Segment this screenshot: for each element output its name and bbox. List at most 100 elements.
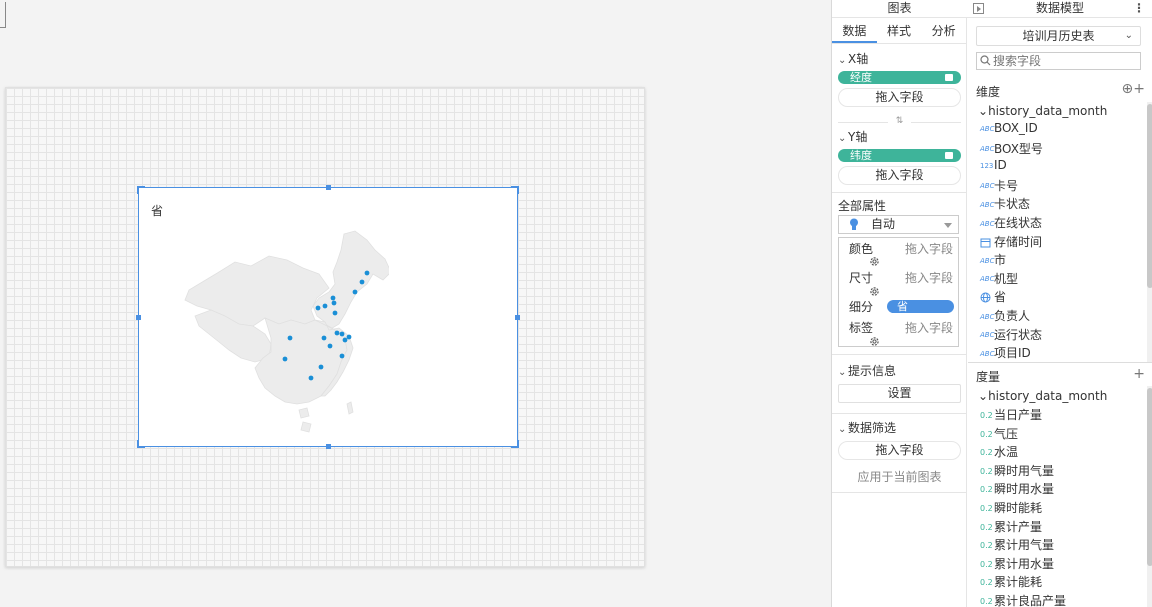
field-search-input[interactable] <box>976 52 1141 70</box>
text-type-icon: ABC <box>980 219 995 228</box>
field-item[interactable]: 0.2水温 <box>980 443 1018 461</box>
tooltip-section-title[interactable]: ⌄ 提示信息 <box>838 362 896 379</box>
text-type-icon: ABC <box>980 349 995 358</box>
size-drop-zone[interactable]: 拖入字段 <box>905 269 953 286</box>
field-item[interactable]: ABC在线状态 <box>980 214 1042 232</box>
chart-mode-select[interactable]: 自动 <box>838 215 959 234</box>
measure-scrollbar-thumb[interactable] <box>1147 388 1152 566</box>
map-point <box>308 375 314 381</box>
globe-icon[interactable]: ⊕ <box>1122 81 1134 97</box>
detail-field-pill[interactable]: 省 <box>887 300 954 313</box>
field-item[interactable]: ABC市 <box>980 251 1006 269</box>
tab-data[interactable]: 数据 <box>832 18 877 43</box>
filter-drop-zone[interactable]: 拖入字段 <box>838 441 961 460</box>
field-item[interactable]: ABC运行状态 <box>980 326 1042 344</box>
field-item[interactable]: 0.2累计产量 <box>980 518 1042 536</box>
gear-icon[interactable] <box>869 286 880 297</box>
resize-corner-tr[interactable] <box>511 186 519 194</box>
gear-icon[interactable] <box>869 336 880 347</box>
apply-to-current-chart[interactable]: 应用于当前图表 <box>832 468 967 485</box>
field-label: 瞬时能耗 <box>994 501 1043 515</box>
filter-section-title[interactable]: ⌄ 数据筛选 <box>838 419 896 436</box>
field-menu-icon[interactable] <box>945 74 953 81</box>
table-select[interactable]: 培训月历史表 ⌄ <box>976 26 1141 46</box>
measure-number-icon: 0.2 <box>980 448 993 458</box>
resize-handle-bottom[interactable] <box>326 444 331 449</box>
field-label: ID <box>994 158 1007 173</box>
measure-number-icon: 0.2 <box>980 429 993 439</box>
map-chart-widget[interactable]: 省 <box>136 185 520 449</box>
gear-icon[interactable] <box>869 256 880 267</box>
x-axis-field-pill[interactable]: 经度 <box>838 71 961 84</box>
section-divider <box>832 413 967 414</box>
field-label: 在线状态 <box>994 216 1043 230</box>
resize-corner-br[interactable] <box>511 440 519 448</box>
field-item[interactable]: 0.2瞬时能耗 <box>980 499 1042 517</box>
y-axis-section-title[interactable]: ⌄ Y轴 <box>838 128 867 145</box>
field-item[interactable]: ABC项目ID <box>980 344 1031 362</box>
section-divider <box>832 354 967 355</box>
resize-handle-right[interactable] <box>515 315 520 320</box>
field-item[interactable]: ABC卡状态 <box>980 195 1030 213</box>
chart-panel-title: 图表 <box>887 1 912 15</box>
measure-number-icon: 0.2 <box>980 485 993 495</box>
field-item[interactable]: ABCBOX_ID <box>980 121 1038 139</box>
field-menu-icon[interactable] <box>945 152 953 159</box>
tooltip-settings-button[interactable]: 设置 <box>838 384 961 403</box>
swap-axes-icon[interactable]: ⇅ <box>832 116 967 126</box>
tab-style[interactable]: 样式 <box>877 18 922 43</box>
chevron-down-icon: ⌄ <box>838 367 847 378</box>
map-point <box>364 270 370 276</box>
dimension-group-row[interactable]: ⌄history_data_month <box>978 104 1107 118</box>
measure-number-icon: 0.2 <box>980 559 993 569</box>
measure-number-icon: 0.2 <box>980 411 993 420</box>
field-label: 存储时间 <box>994 234 1043 249</box>
field-label: 市 <box>994 253 1007 268</box>
field-item[interactable]: 0.2瞬时用气量 <box>980 462 1054 480</box>
measure-group-row[interactable]: ⌄history_data_month <box>978 389 1107 403</box>
y-axis-field-pill[interactable]: 纬度 <box>838 149 961 162</box>
tab-analysis[interactable]: 分析 <box>921 18 966 43</box>
resize-handle-top[interactable] <box>326 185 331 190</box>
field-label: 卡号 <box>994 178 1019 193</box>
field-item[interactable]: ABC负责人 <box>980 307 1030 325</box>
measure-number-icon: 0.2 <box>980 466 993 476</box>
collapse-panel-icon[interactable] <box>973 3 984 14</box>
color-drop-zone[interactable]: 拖入字段 <box>905 240 953 257</box>
section-divider <box>832 192 967 193</box>
resize-corner-tl[interactable] <box>137 186 145 194</box>
field-item[interactable]: 0.2瞬时用水量 <box>980 480 1054 498</box>
y-axis-drop-zone[interactable]: 拖入字段 <box>838 166 961 185</box>
resize-handle-left[interactable] <box>136 315 141 320</box>
field-item[interactable]: 0.2累计能耗 <box>980 573 1042 591</box>
dimension-scrollbar-thumb[interactable] <box>1147 104 1152 288</box>
map-regions <box>184 230 389 433</box>
field-item[interactable]: 省 <box>980 288 1006 306</box>
more-options-icon[interactable]: ⋮ <box>1133 0 1145 17</box>
add-measure-icon[interactable]: + <box>1133 366 1145 382</box>
x-axis-drop-zone[interactable]: 拖入字段 <box>838 88 961 107</box>
x-axis-section-title[interactable]: ⌄ X轴 <box>838 50 868 67</box>
chevron-down-icon: ⌄ <box>838 424 847 435</box>
field-item[interactable]: ABCBOX型号 <box>980 140 1043 158</box>
field-item[interactable]: 0.2当日产量 <box>980 406 1042 424</box>
map-point <box>339 353 345 359</box>
field-item[interactable]: ABC卡号 <box>980 177 1018 195</box>
add-dimension-icon[interactable]: + <box>1133 81 1145 97</box>
field-label: BOX_ID <box>994 121 1038 135</box>
field-item[interactable]: 0.2累计良品产量 <box>980 592 1066 607</box>
field-item[interactable]: ABC机型 <box>980 270 1018 288</box>
measure-number-icon: 0.2 <box>980 597 993 606</box>
chevron-down-icon: ⌄ <box>1124 30 1133 41</box>
measure-number-icon: 0.2 <box>980 522 993 532</box>
field-item[interactable]: 0.2累计用水量 <box>980 555 1054 573</box>
field-item[interactable]: 0.2气压 <box>980 425 1018 443</box>
config-tabs: 数据 样式 分析 <box>832 18 966 44</box>
resize-corner-bl[interactable] <box>137 440 145 448</box>
label-drop-zone[interactable]: 拖入字段 <box>905 319 953 336</box>
field-item[interactable]: 0.2累计用气量 <box>980 536 1054 554</box>
field-label: BOX型号 <box>994 141 1043 156</box>
field-item[interactable]: 存储时间 <box>980 233 1042 251</box>
all-properties-title: 全部属性 <box>838 199 887 213</box>
field-item[interactable]: 123ID <box>980 158 1007 176</box>
